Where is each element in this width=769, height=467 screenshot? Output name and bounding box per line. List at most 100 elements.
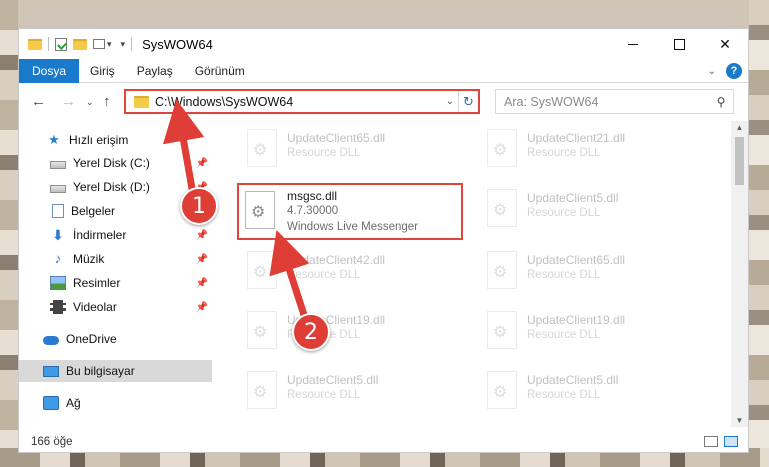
file-name: UpdateClient5.dll — [527, 191, 619, 205]
search-icon[interactable]: ⚲ — [709, 95, 733, 109]
search-input[interactable]: Ara: SysWOW64 — [504, 95, 709, 109]
download-icon: ⬇ — [52, 227, 64, 243]
tiles-view-icon[interactable] — [724, 436, 738, 447]
dll-file-icon — [487, 189, 517, 227]
customize-toolbar-button[interactable]: ▾ — [93, 39, 112, 50]
new-folder-icon[interactable] — [73, 38, 87, 50]
up-arrow-icon[interactable]: ↑ — [103, 93, 111, 110]
file-item[interactable]: UpdateClient5.dll Resource DLL — [239, 369, 469, 417]
forward-arrow-icon[interactable]: → — [61, 93, 76, 110]
nav-item-quick-access[interactable]: ★ Hızlı erişim — [19, 129, 212, 151]
file-description: Resource DLL — [527, 147, 601, 159]
navigation-pane: ★ Hızlı erişim Yerel Disk (C:) 📌 Yerel D… — [19, 121, 212, 427]
tab-file[interactable]: Dosya — [19, 58, 80, 83]
file-name: UpdateClient5.dll — [527, 373, 619, 387]
documents-icon — [52, 204, 64, 218]
file-item[interactable]: UpdateClient65.dll Resource DLL — [239, 127, 469, 175]
dropdown-glyph: ▾ — [107, 38, 112, 49]
step-badge-2: 2 — [292, 313, 330, 351]
file-list: UpdateClient65.dll Resource DLL UpdateCl… — [217, 121, 730, 427]
pin-icon[interactable]: 📌 — [196, 158, 208, 169]
nav-item-label: Ağ — [66, 396, 81, 410]
scrollbar-thumb[interactable] — [735, 137, 744, 185]
customize-glyph[interactable]: ▾ — [121, 39, 126, 50]
file-item[interactable]: UpdateClient19.dll Resource DLL — [479, 309, 709, 357]
nav-item-downloads[interactable]: ⬇ İndirmeler 📌 — [19, 224, 212, 246]
ribbon-tabs: Dosya Giriş Paylaş Görünüm ⌄ ? — [19, 58, 748, 83]
address-row: ← → ⌄ ↑ C:\Windows\SysWOW64 ⌄ ↻ Ara: Sys… — [19, 84, 748, 118]
details-view-icon[interactable] — [704, 436, 718, 447]
file-item[interactable]: UpdateClient65.dll Resource DLL — [479, 249, 709, 297]
file-item[interactable]: UpdateClient42.dll Resource DLL — [239, 249, 469, 297]
pin-icon[interactable]: 📌 — [196, 302, 208, 313]
background-left — [0, 0, 18, 467]
expand-ribbon-chevron-icon[interactable]: ⌄ — [708, 66, 716, 77]
ribbon-right: ⌄ ? — [708, 63, 742, 79]
back-arrow-icon[interactable]: ← — [31, 93, 46, 110]
folder-icon — [134, 95, 149, 108]
scroll-up-icon[interactable]: ▲ — [731, 123, 748, 132]
network-icon — [43, 396, 59, 410]
file-name: UpdateClient21.dll — [527, 131, 626, 145]
file-item[interactable]: UpdateClient5.dll Resource DLL — [479, 187, 709, 235]
title-bar: ▾ ▾ SysWOW64 ✕ — [19, 29, 748, 59]
nav-item-music[interactable]: ♪ Müzik 📌 — [19, 248, 212, 270]
item-count: 166 öğe — [31, 436, 73, 448]
file-item-msgsc-dll[interactable]: msgsc.dll 4.7.30000 Windows Live Messeng… — [237, 183, 463, 240]
tab-view[interactable]: Görünüm — [184, 59, 256, 83]
file-description: Resource DLL — [527, 269, 601, 281]
view-switcher — [704, 436, 738, 447]
nav-item-local-disk-c[interactable]: Yerel Disk (C:) 📌 — [19, 152, 212, 174]
nav-item-label: İndirmeler — [73, 228, 127, 242]
nav-item-label: Videolar — [73, 300, 117, 314]
nav-item-pictures[interactable]: Resimler 📌 — [19, 272, 212, 294]
vertical-scrollbar[interactable]: ▲ ▼ — [731, 121, 748, 427]
toolbar-divider — [48, 37, 49, 51]
pin-icon[interactable]: 📌 — [196, 230, 208, 241]
refresh-icon[interactable]: ↻ — [458, 91, 478, 112]
pin-icon[interactable]: 📌 — [196, 278, 208, 289]
properties-icon[interactable] — [55, 37, 67, 51]
disk-icon — [50, 184, 66, 193]
nav-item-this-pc[interactable]: Bu bilgisayar — [19, 360, 212, 382]
nav-item-label: Müzik — [73, 252, 105, 266]
dll-file-icon — [247, 129, 277, 167]
scroll-down-icon[interactable]: ▼ — [731, 416, 748, 425]
file-description: Resource DLL — [287, 269, 361, 281]
address-dropdown-icon[interactable]: ⌄ — [442, 96, 458, 107]
star-icon: ★ — [48, 132, 60, 147]
file-name: UpdateClient19.dll — [527, 313, 626, 327]
recent-locations-chevron-icon[interactable]: ⌄ — [86, 97, 94, 108]
videos-icon — [50, 300, 66, 314]
close-button[interactable]: ✕ — [702, 29, 748, 59]
address-bar[interactable]: C:\Windows\SysWOW64 ⌄ ↻ — [124, 89, 480, 114]
maximize-button[interactable] — [656, 29, 702, 59]
dll-file-icon — [487, 371, 517, 409]
dll-file-icon — [245, 191, 275, 229]
nav-item-network[interactable]: Ağ — [19, 392, 212, 414]
file-description: Resource DLL — [527, 207, 601, 219]
nav-item-label: Bu bilgisayar — [66, 364, 135, 378]
pin-icon[interactable]: 📌 — [196, 254, 208, 265]
file-name: UpdateClient65.dll — [527, 253, 626, 267]
help-icon[interactable]: ? — [726, 63, 742, 79]
dll-file-icon — [487, 311, 517, 349]
file-item[interactable]: UpdateClient5.dll Resource DLL — [479, 369, 709, 417]
disk-icon — [50, 160, 66, 169]
nav-item-onedrive[interactable]: OneDrive — [19, 328, 212, 350]
folder-icon — [28, 38, 42, 50]
file-item[interactable]: UpdateClient19.dll Resource DLL — [239, 309, 469, 357]
nav-item-label: Yerel Disk (D:) — [73, 180, 150, 194]
nav-item-videos[interactable]: Videolar 📌 — [19, 296, 212, 318]
address-path[interactable]: C:\Windows\SysWOW64 — [155, 95, 442, 109]
minimize-button[interactable] — [610, 29, 656, 59]
file-item[interactable]: UpdateClient21.dll Resource DLL — [479, 127, 709, 175]
background-right — [749, 0, 769, 467]
dll-file-icon — [247, 311, 277, 349]
tab-share[interactable]: Paylaş — [126, 59, 184, 83]
nav-item-label: Hızlı erişim — [69, 133, 129, 147]
search-box[interactable]: Ara: SysWOW64 ⚲ — [495, 89, 734, 114]
tab-home[interactable]: Giriş — [79, 59, 126, 83]
dll-file-icon — [487, 129, 517, 167]
onedrive-icon — [43, 336, 59, 345]
